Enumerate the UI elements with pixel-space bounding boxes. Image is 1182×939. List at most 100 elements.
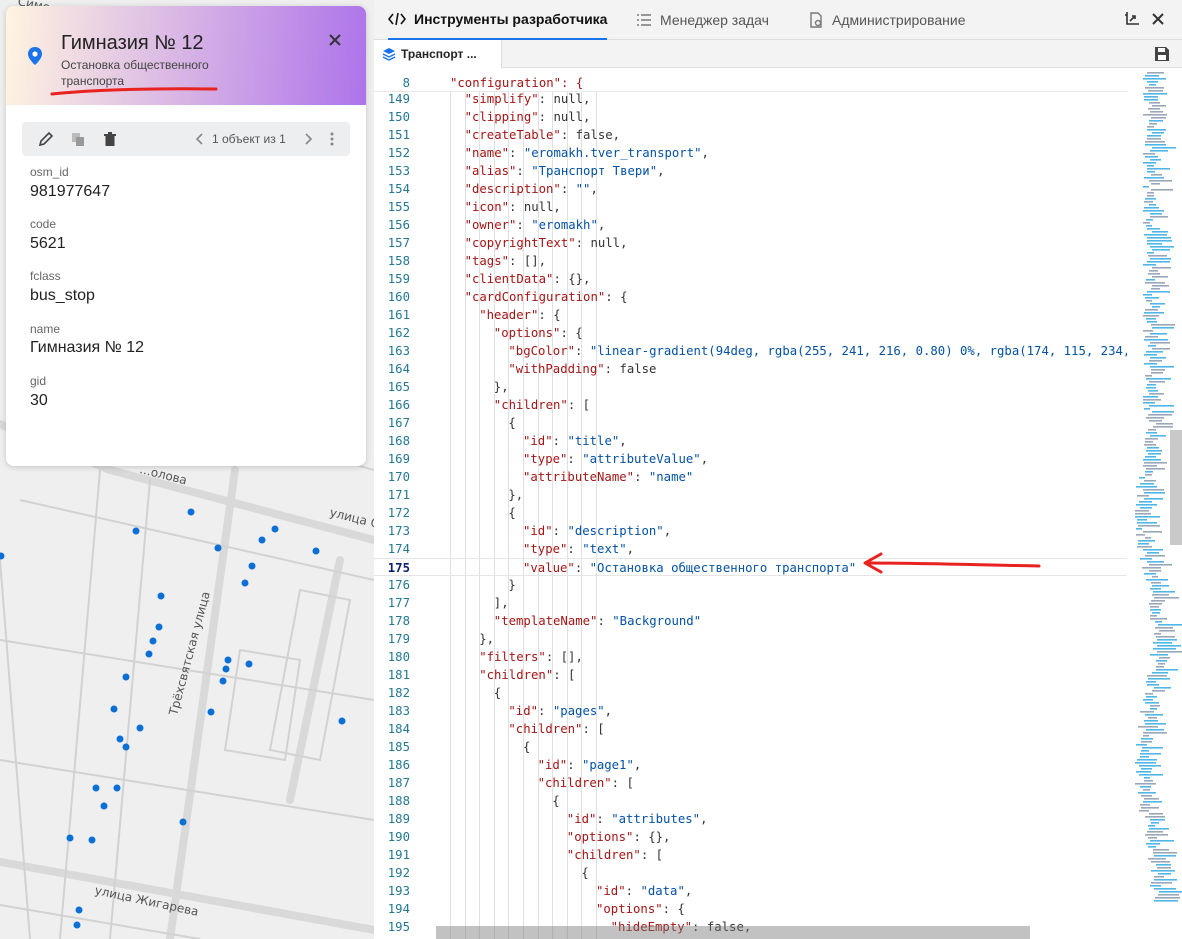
minimap-line xyxy=(1147,552,1159,554)
attribute-value: Гимназия № 12 xyxy=(30,339,145,356)
minimap-line xyxy=(1159,657,1170,659)
line-number: 179 xyxy=(387,632,410,646)
minimap-line xyxy=(1143,489,1164,491)
code-text: "id": "data", xyxy=(596,882,692,900)
card-title: Гимназия № 12 xyxy=(61,32,204,54)
json-punctuation: , xyxy=(657,164,665,178)
file-tab-transport[interactable]: Транспорт ... xyxy=(374,40,502,68)
code-text: "templateName": "Background" xyxy=(494,612,701,630)
minimap-line xyxy=(1148,453,1161,455)
code-text: "description": "", xyxy=(465,180,598,198)
chevron-right-icon[interactable] xyxy=(300,131,316,147)
chevron-left-icon[interactable] xyxy=(192,131,208,147)
json-punctuation: { xyxy=(508,416,516,430)
minimap-line xyxy=(1144,720,1158,722)
minimap-line xyxy=(1140,558,1152,560)
json-punctuation: : xyxy=(634,470,649,484)
code-text: "type": "text", xyxy=(523,540,634,558)
code-text: "value": "Остановка общественного трансп… xyxy=(523,559,856,577)
minimap-line xyxy=(1152,690,1165,692)
minimap-line xyxy=(1147,252,1154,254)
minimap-line xyxy=(1149,204,1156,206)
minimap-line xyxy=(1147,228,1160,230)
minimap-line xyxy=(1156,660,1167,662)
minimap-line xyxy=(1152,267,1171,269)
code-text: "id": "pages", xyxy=(508,702,612,720)
json-key: "id" xyxy=(508,704,539,718)
minimap-line xyxy=(1146,351,1163,353)
code-text: "children": [ xyxy=(479,666,575,684)
json-punctuation: : xyxy=(596,812,612,826)
code-line: 184 "children": [ xyxy=(374,720,1127,738)
minimap-line xyxy=(1147,135,1161,137)
minimap-line xyxy=(1156,666,1164,668)
json-punctuation: , xyxy=(590,182,598,196)
dock-icon[interactable] xyxy=(1124,11,1140,27)
minimap-line xyxy=(1137,759,1157,761)
more-vertical-icon[interactable] xyxy=(324,131,340,147)
minimap-line xyxy=(1157,867,1171,869)
json-punctuation: : {}, xyxy=(633,830,671,844)
minimap-line xyxy=(1145,471,1153,473)
code-editor[interactable]: 8 "configuration": {149 "simplify": null, 1… xyxy=(374,72,1127,939)
minimap-line xyxy=(1151,882,1172,884)
minimap-line xyxy=(1148,90,1163,92)
json-string: "Background" xyxy=(612,614,702,628)
json-punctuation: : false, xyxy=(560,128,621,142)
json-key: "id" xyxy=(566,812,597,826)
code-line: 156 "owner": "eromakh", xyxy=(374,216,1127,234)
minimap-line xyxy=(1148,429,1156,431)
minimap-line xyxy=(1143,78,1166,80)
attribute-value: bus_stop xyxy=(30,287,95,304)
tab-administration[interactable]: Администрирование xyxy=(808,0,966,40)
tab-developer-tools[interactable]: Инструменты разработчика xyxy=(388,0,608,40)
code-text: "alias": "Транспорт Твери", xyxy=(465,162,665,180)
minimap-line xyxy=(1146,450,1162,452)
line-number: 170 xyxy=(387,470,410,484)
json-punctuation: : { xyxy=(662,902,685,916)
code-line: 168 "id": "title", xyxy=(374,432,1127,450)
line-number: 162 xyxy=(387,326,410,340)
line-number: 187 xyxy=(387,776,410,790)
minimap-line xyxy=(1154,879,1177,881)
minimap-line xyxy=(1139,810,1149,812)
minimap-line xyxy=(1143,330,1153,332)
close-panel-icon[interactable] xyxy=(1150,11,1166,27)
minimap-line xyxy=(1159,891,1182,893)
tab-task-manager[interactable]: Менеджер задач xyxy=(636,0,769,40)
close-icon[interactable] xyxy=(325,30,345,50)
minimap-line xyxy=(1146,378,1171,380)
code-line: 165}, xyxy=(374,378,1127,396)
edit-icon[interactable] xyxy=(38,131,54,147)
minimap-line xyxy=(1136,771,1151,773)
code-line: 171}, xyxy=(374,486,1127,504)
minimap-line xyxy=(1144,234,1167,236)
code-line: 191 "children": [ xyxy=(374,846,1127,864)
minimap-line xyxy=(1150,150,1168,152)
minimap-line xyxy=(1152,612,1160,614)
json-string: "eromakh" xyxy=(531,218,598,232)
minimap-line xyxy=(1149,603,1162,605)
vertical-scrollbar[interactable] xyxy=(1170,430,1182,545)
minimap-line xyxy=(1153,642,1172,644)
json-key: "owner" xyxy=(464,218,517,232)
minimap-line xyxy=(1154,687,1171,689)
minimap-line xyxy=(1148,837,1157,839)
json-key: "alias" xyxy=(464,164,517,178)
minimap-line xyxy=(1145,438,1158,440)
json-punctuation: : { xyxy=(560,326,583,340)
attribute-label: name xyxy=(30,322,61,336)
json-string: "pages" xyxy=(552,704,605,718)
delete-icon[interactable] xyxy=(102,131,118,147)
line-number: 186 xyxy=(387,758,410,772)
horizontal-scrollbar[interactable] xyxy=(436,926,1030,939)
line-number: 155 xyxy=(387,200,410,214)
line-number: 160 xyxy=(387,290,410,304)
code-line: 194 "options": { xyxy=(374,900,1127,918)
json-key: "type" xyxy=(523,452,568,466)
copy-icon[interactable] xyxy=(70,131,86,147)
code-line: 170 "attributeName": "name" xyxy=(374,468,1127,486)
minimap-line xyxy=(1149,393,1164,395)
layers-icon xyxy=(382,48,396,61)
save-icon[interactable] xyxy=(1154,46,1170,62)
